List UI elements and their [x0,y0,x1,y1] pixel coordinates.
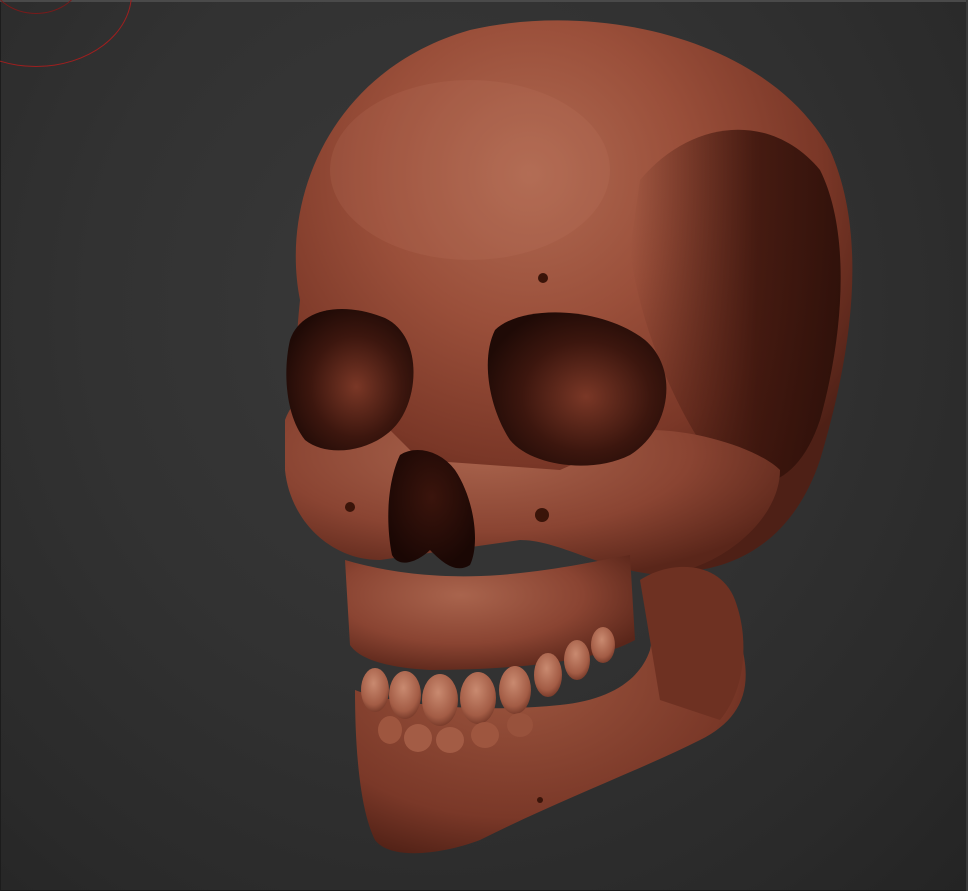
foramen-dot [535,508,549,522]
forehead-highlight-shape [330,80,610,260]
maxilla-shape [345,555,635,670]
3d-viewport[interactable] [0,0,968,891]
foramen-dot [345,502,355,512]
foramen-dot [537,797,543,803]
foramen-dot [538,273,548,283]
skull-model-icon[interactable] [0,0,968,891]
